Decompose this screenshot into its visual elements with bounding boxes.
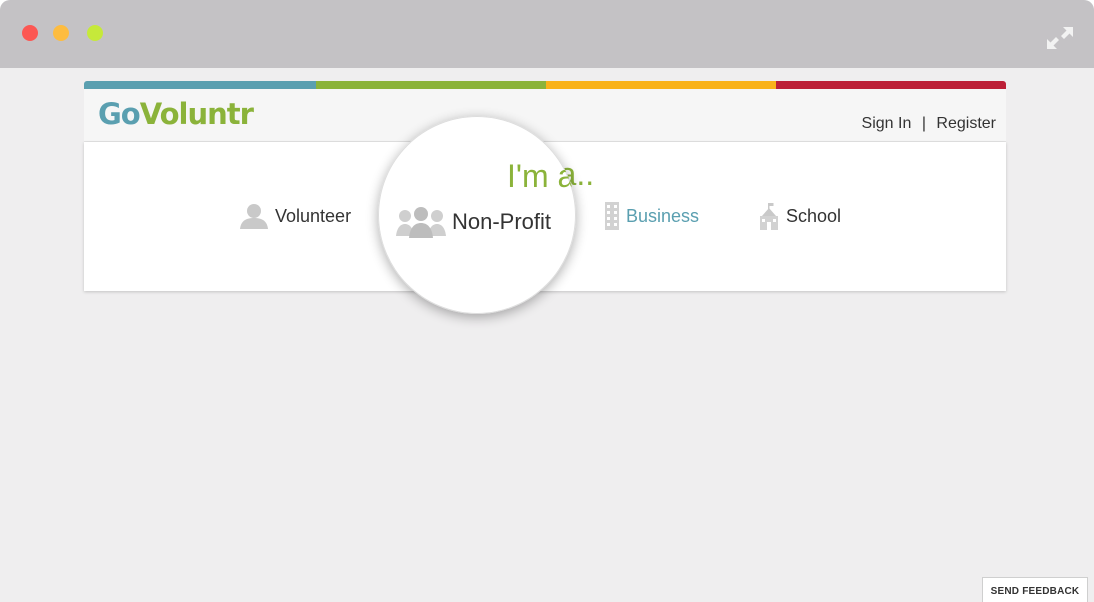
expand-arrows-icon[interactable] xyxy=(1047,27,1073,49)
auth-links: Sign In | Register xyxy=(862,115,996,133)
role-option-label: School xyxy=(786,205,842,226)
person-icon xyxy=(240,204,268,229)
role-option-label: Business xyxy=(626,205,700,226)
auth-separator: | xyxy=(921,115,926,132)
sign-in-link[interactable]: Sign In xyxy=(862,115,912,132)
magnifier-lens: I'm a.. Non-Profit xyxy=(378,116,576,314)
magnified-heading: I'm a.. xyxy=(507,158,576,194)
title-bar xyxy=(0,0,1094,68)
brand-stripe-yellow xyxy=(546,81,776,89)
building-icon xyxy=(605,202,619,230)
group-icon xyxy=(396,207,446,238)
role-option-business[interactable]: Business xyxy=(604,202,699,230)
role-option-label: Non-Profit xyxy=(452,209,552,234)
role-option-label: Volunteer xyxy=(275,205,352,226)
close-window-button[interactable] xyxy=(22,25,38,41)
role-option-school[interactable]: School xyxy=(758,202,841,230)
role-option-volunteer[interactable]: Volunteer xyxy=(239,202,351,230)
site-header: GoVoluntr Sign In | Register xyxy=(84,89,1006,142)
logo-part-go: Go xyxy=(98,97,141,131)
send-feedback-button[interactable]: SEND FEEDBACK xyxy=(982,577,1088,602)
brand-stripe-teal xyxy=(84,81,316,89)
minimize-window-button[interactable] xyxy=(53,25,69,41)
brand-stripe-green xyxy=(316,81,546,89)
logo-part-voluntr: Voluntr xyxy=(139,97,254,131)
browser-window: GoVoluntr Sign In | Register I'm a.. Vol… xyxy=(0,0,1094,602)
brand-stripe-red xyxy=(776,81,1006,89)
govoluntr-logo[interactable]: GoVoluntr xyxy=(98,97,254,131)
register-link[interactable]: Register xyxy=(936,115,996,132)
school-icon xyxy=(760,203,778,230)
role-option-non-profit[interactable]: Non-Profit xyxy=(396,206,551,238)
maximize-window-button[interactable] xyxy=(87,25,103,41)
